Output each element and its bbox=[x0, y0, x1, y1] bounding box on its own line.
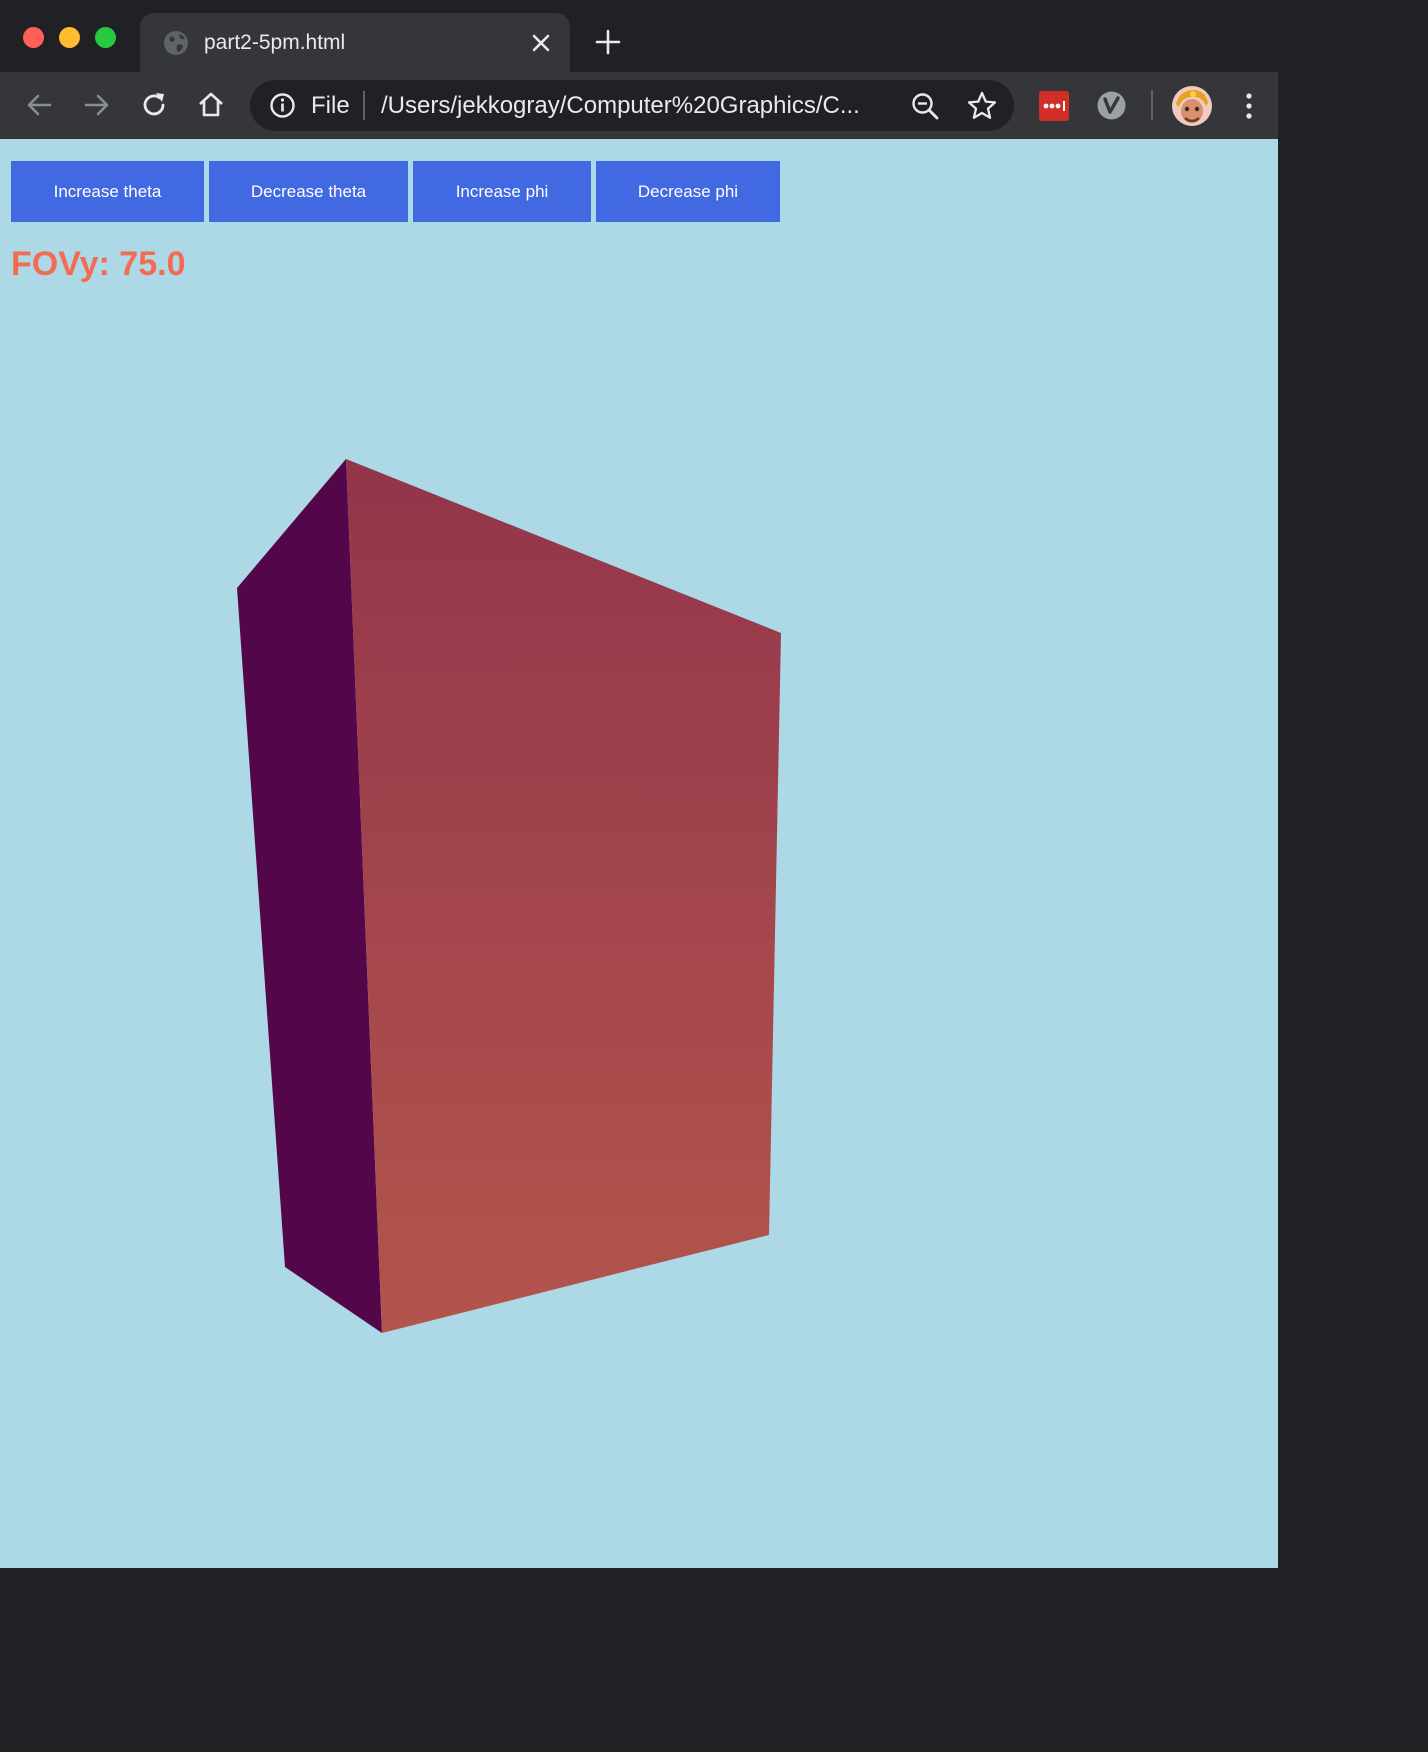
window-minimize-button[interactable] bbox=[59, 27, 80, 48]
star-icon[interactable] bbox=[966, 90, 998, 122]
address-bar[interactable]: File /Users/jekkogray/Computer%20Graphic… bbox=[250, 80, 1014, 131]
window-maximize-button[interactable] bbox=[95, 27, 116, 48]
arrow-right-icon[interactable] bbox=[82, 90, 112, 120]
url-divider bbox=[363, 91, 365, 120]
window-close-button[interactable] bbox=[23, 27, 44, 48]
lastpass-dots-icon bbox=[1043, 101, 1065, 111]
tab-strip: part2-5pm.html bbox=[0, 0, 1278, 72]
reload-icon[interactable] bbox=[139, 90, 169, 120]
increase-theta-button[interactable]: Increase theta bbox=[11, 161, 204, 222]
kebab-menu-icon[interactable] bbox=[1238, 90, 1260, 122]
toolbar-divider bbox=[1151, 90, 1153, 120]
avatar[interactable] bbox=[1172, 86, 1212, 126]
v-extension-icon[interactable] bbox=[1096, 90, 1127, 121]
decrease-phi-button[interactable]: Decrease phi bbox=[596, 161, 780, 222]
url-text[interactable]: /Users/jekkogray/Computer%20Graphics/C..… bbox=[381, 90, 901, 121]
webgl-canvas[interactable] bbox=[0, 139, 1278, 1568]
browser-tab[interactable]: part2-5pm.html bbox=[140, 13, 570, 72]
page-content: Increase theta Decrease theta Increase p… bbox=[0, 139, 1278, 1568]
info-icon[interactable] bbox=[269, 92, 296, 119]
zoom-out-icon[interactable] bbox=[910, 91, 940, 121]
close-icon[interactable] bbox=[528, 30, 554, 56]
arrow-left-icon[interactable] bbox=[24, 90, 54, 120]
plus-icon[interactable] bbox=[594, 28, 622, 56]
fovy-readout: FOVy: 75.0 bbox=[11, 245, 186, 283]
url-scheme-label: File bbox=[311, 92, 350, 119]
profile-avatar-image bbox=[1172, 86, 1212, 126]
box-front-face bbox=[346, 459, 781, 1333]
globe-icon bbox=[164, 31, 188, 55]
decrease-theta-button[interactable]: Decrease theta bbox=[209, 161, 408, 222]
increase-phi-button[interactable]: Increase phi bbox=[413, 161, 591, 222]
tab-title: part2-5pm.html bbox=[204, 31, 346, 54]
lastpass-icon[interactable] bbox=[1039, 91, 1069, 121]
home-icon[interactable] bbox=[196, 89, 226, 119]
browser-toolbar: File /Users/jekkogray/Computer%20Graphic… bbox=[0, 72, 1278, 139]
